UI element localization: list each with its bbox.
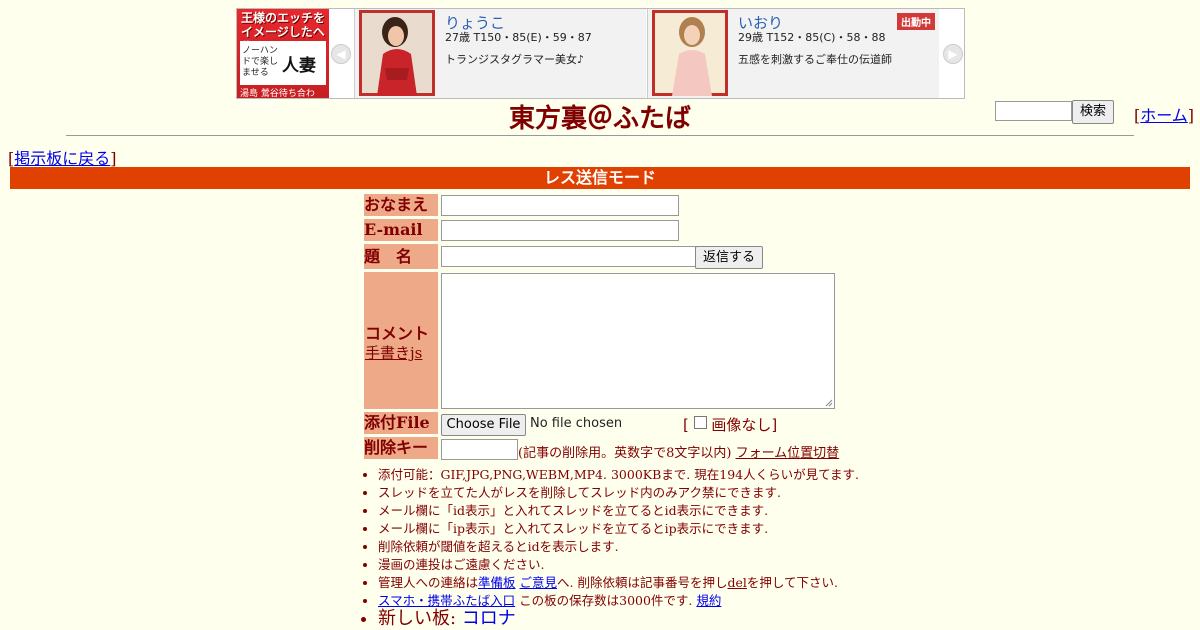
- reply-mode-bar: レス送信モード: [10, 167, 1190, 189]
- home-link-wrapper: [ホーム]: [1134, 106, 1195, 125]
- list-item: 漫画の連投はご遠慮ください.: [378, 556, 859, 574]
- corona-board-link[interactable]: コロナ: [462, 608, 516, 629]
- file-label: 添付File: [364, 412, 438, 434]
- ad-small-text: ノーハンドで楽しませる: [242, 46, 279, 78]
- ad-left-banner[interactable]: 王様のエッチをイメージしたヘルス ノーハンドで楽しませる 人妻 湯島 鶯谷待ち合…: [237, 9, 329, 112]
- comment-textarea[interactable]: [441, 273, 835, 409]
- feedback-link[interactable]: ご意見: [520, 575, 558, 590]
- ad-profile-card[interactable]: りょうこ 27歳 T150・85(E)・59・87 トランジスタグラマー美女♪: [354, 9, 646, 98]
- list-item: 添付可能：GIF,JPG,PNG,WEBM,MP4. 3000KBまで. 現在1…: [378, 466, 859, 484]
- subject-input[interactable]: [441, 246, 696, 267]
- list-item: メール欄に「id表示」と入れてスレッドを立てるとid表示にできます.: [378, 502, 859, 520]
- ad-line1: 王様のエッチを: [241, 11, 326, 25]
- comment-label: コメント: [365, 324, 430, 343]
- search-button[interactable]: 検索: [1072, 100, 1114, 124]
- delete-key-input[interactable]: [441, 439, 518, 460]
- profile-photo: [359, 10, 435, 96]
- delete-key-label: 削除キー: [364, 437, 438, 459]
- rules-link[interactable]: 規約: [696, 593, 721, 608]
- name-label: おなまえ: [364, 194, 438, 216]
- prep-board-link[interactable]: 準備板: [478, 575, 516, 590]
- del-link[interactable]: del: [727, 575, 746, 590]
- no-file-text: No file chosen: [530, 416, 623, 431]
- comment-label-cell: コメント 手書きjs: [364, 272, 438, 409]
- resize-handle-icon[interactable]: [825, 399, 833, 407]
- list-item: 新しい板: コロナ: [378, 610, 859, 628]
- subject-label: 題 名: [364, 244, 438, 269]
- profile-spec: 29歳 T152・85(C)・58・88: [738, 31, 886, 44]
- list-item: スレッドを立てた人がレスを削除してスレッド内のみアク禁にできます.: [378, 484, 859, 502]
- delete-key-note: (記事の削除用。英数字で8文字以内): [518, 446, 732, 461]
- board-notes-list: 添付可能：GIF,JPG,PNG,WEBM,MP4. 3000KBまで. 現在1…: [364, 466, 859, 628]
- ad-big-text: 人妻: [282, 56, 316, 76]
- divider: [66, 135, 1134, 136]
- no-image-checkbox[interactable]: [693, 416, 707, 429]
- back-to-board-link[interactable]: 掲示板に戻る: [14, 149, 110, 168]
- ad-prev-arrow-icon[interactable]: ◀: [331, 44, 351, 64]
- list-item: 管理人への連絡は準備板 ご意見へ. 削除依頼は記事番号を押しdelを押して下さい…: [378, 574, 859, 592]
- home-link[interactable]: ホーム: [1140, 106, 1188, 125]
- profile-photo: [652, 10, 728, 96]
- delete-key-note-wrapper: (記事の削除用。英数字で8文字以内) フォーム位置切替: [518, 442, 839, 461]
- name-input[interactable]: [441, 195, 679, 216]
- search-input[interactable]: [995, 101, 1072, 121]
- form-position-toggle-link[interactable]: フォーム位置切替: [736, 446, 840, 461]
- no-image-label: 画像なし: [711, 416, 772, 434]
- ad-next-arrow-icon[interactable]: ▶: [943, 44, 963, 64]
- reply-submit-button[interactable]: 返信する: [695, 246, 763, 269]
- no-image-option: [ 画像なし]: [683, 416, 778, 434]
- profile-description: トランジスタグラマー美女♪: [445, 53, 585, 66]
- ad-white-panel: ノーハンドで楽しませる 人妻: [240, 41, 326, 85]
- email-label: E-mail: [364, 219, 438, 241]
- ad-banner[interactable]: 王様のエッチをイメージしたヘルス ノーハンドで楽しませる 人妻 湯島 鶯谷待ち合…: [236, 8, 965, 112]
- handwriting-link[interactable]: 手書きjs: [365, 342, 422, 363]
- list-item: メール欄に「ip表示」と入れてスレッドを立てるとip表示にできます.: [378, 520, 859, 538]
- profile-spec: 27歳 T150・85(E)・59・87: [445, 31, 592, 44]
- mobile-entrance-link[interactable]: スマホ・携帯ふたば入口: [378, 593, 515, 608]
- list-item: 削除依頼が閾値を超えるとidを表示します.: [378, 538, 859, 556]
- ad-profile-card[interactable]: いおり 29歳 T152・85(C)・58・88 五感を刺激するご奉仕の伝道師 …: [647, 9, 939, 98]
- email-input[interactable]: [441, 220, 679, 241]
- choose-file-button[interactable]: Choose File: [441, 414, 526, 436]
- status-badge: 出勤中: [897, 13, 935, 30]
- profile-description: 五感を刺激するご奉仕の伝道師: [738, 53, 892, 66]
- back-link-wrapper: [掲示板に戻る]: [8, 149, 117, 168]
